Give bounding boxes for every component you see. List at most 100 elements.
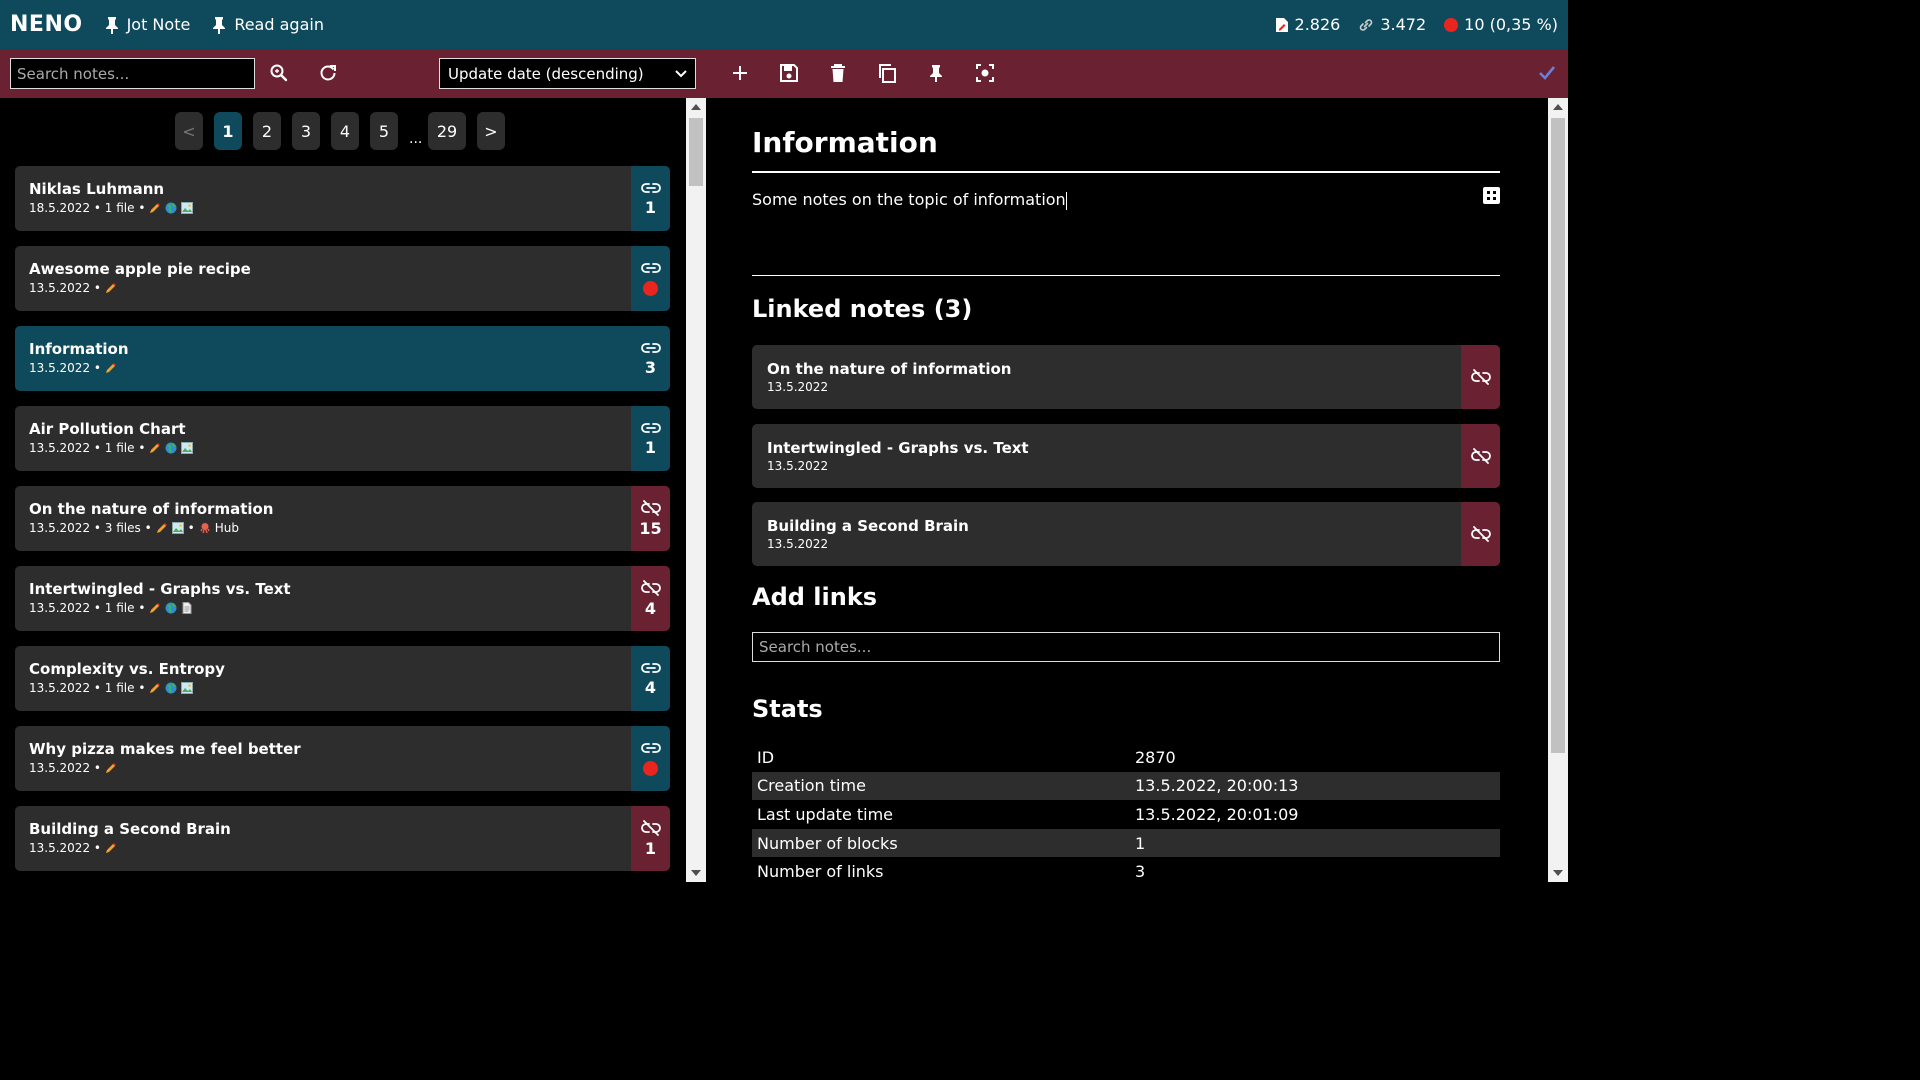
stats-row: Creation time 13.5.2022, 20:00:13 <box>752 771 1500 801</box>
note-item-title: On the nature of information <box>29 500 274 518</box>
note-body-editor[interactable]: Some notes on the topic of information <box>752 190 1067 210</box>
unlink-icon <box>1470 369 1491 385</box>
stats-label: Number of blocks <box>752 828 1130 858</box>
link-count: 1 <box>644 437 657 457</box>
linked-notes-heading: Linked notes (3) <box>752 295 973 323</box>
link-icon <box>640 181 661 195</box>
note-icon <box>1275 17 1288 32</box>
block-menu-icon[interactable] <box>1483 187 1500 204</box>
globe-icon <box>165 442 177 454</box>
focus-mode-icon[interactable] <box>973 61 997 85</box>
note-item-date-info: 13.5.2022 • <box>29 281 101 295</box>
stats-heading: Stats <box>752 695 823 723</box>
add-note-icon[interactable] <box>728 61 752 85</box>
sort-select[interactable]: Update date (descending) <box>439 58 696 89</box>
pagination-ellipsis: ... <box>409 131 423 147</box>
links-count-stat[interactable]: 3.472 <box>1358 15 1426 34</box>
unlinked-count-stat[interactable]: 10 (0,35 %) <box>1444 15 1558 34</box>
add-links-search-input[interactable] <box>752 632 1500 662</box>
stats-value: 13.5.2022, 20:00:13 <box>1130 771 1500 801</box>
page-button-29[interactable]: 29 <box>428 112 466 150</box>
page-button-2[interactable]: 2 <box>253 112 281 150</box>
note-item-meta: 13.5.2022 • <box>29 281 117 295</box>
link-count: 1 <box>644 197 657 217</box>
linked-note-item[interactable]: Intertwingled - Graphs vs. Text 13.5.2022 <box>752 423 1500 488</box>
note-link-indicator[interactable]: 15 <box>631 486 670 551</box>
note-title[interactable]: Information <box>752 126 938 159</box>
note-item-meta: 13.5.2022 • <box>29 361 117 375</box>
globe-icon <box>165 682 177 694</box>
page-button-1[interactable]: 1 <box>214 112 242 150</box>
checkmark-icon[interactable] <box>1535 61 1559 85</box>
linked-note-item[interactable]: On the nature of information 13.5.2022 <box>752 345 1500 409</box>
note-link-indicator[interactable]: 3 <box>631 326 670 391</box>
note-list-item[interactable]: Complexity vs. Entropy 13.5.2022 • 1 file… <box>15 646 670 711</box>
note-item-title: Air Pollution Chart <box>29 420 186 438</box>
editor-scrollbar[interactable] <box>1548 98 1568 882</box>
note-link-indicator[interactable]: 4 <box>631 646 670 711</box>
page-button-5[interactable]: 5 <box>370 112 398 150</box>
note-item-date-info: 13.5.2022 • <box>29 361 101 375</box>
prev-page-button[interactable]: < <box>175 112 203 150</box>
image-icon <box>171 522 184 534</box>
link-icon <box>640 341 661 355</box>
pencil-icon <box>105 842 117 854</box>
note-item-date-info: 13.5.2022 • 1 file • <box>29 441 146 455</box>
search-icon[interactable] <box>267 61 291 85</box>
note-link-indicator[interactable]: 1 <box>631 806 670 871</box>
next-page-button[interactable]: > <box>477 112 505 150</box>
note-item-title: Awesome apple pie recipe <box>29 260 251 278</box>
note-list-item[interactable]: Awesome apple pie recipe 13.5.2022 • <box>15 246 670 311</box>
read-again-link[interactable]: Read again <box>212 15 324 34</box>
note-item-meta: 13.5.2022 • <box>29 841 117 855</box>
note-list-scrollbar[interactable] <box>686 98 706 882</box>
note-list-item[interactable]: Intertwingled - Graphs vs. Text 13.5.2022… <box>15 566 670 631</box>
link-icon <box>1360 18 1373 31</box>
unlink-button[interactable] <box>1461 423 1500 488</box>
duplicate-icon[interactable] <box>875 61 899 85</box>
search-input[interactable] <box>10 58 255 89</box>
note-list-item[interactable]: Building a Second Brain 13.5.2022 • 1 <box>15 806 670 871</box>
note-link-indicator[interactable] <box>631 246 670 311</box>
page-button-3[interactable]: 3 <box>292 112 320 150</box>
page-button-4[interactable]: 4 <box>331 112 359 150</box>
scroll-up-arrow-icon[interactable] <box>1553 104 1563 110</box>
note-link-indicator[interactable] <box>631 726 670 791</box>
unlink-button[interactable] <box>1461 345 1500 409</box>
save-icon[interactable] <box>777 61 801 85</box>
scroll-up-arrow-icon[interactable] <box>691 104 701 110</box>
note-list-item[interactable]: Niklas Luhmann 18.5.2022 • 1 file • 1 <box>15 166 670 231</box>
scrollbar-thumb[interactable] <box>1551 118 1565 753</box>
scroll-down-arrow-icon[interactable] <box>691 870 701 876</box>
app-logo[interactable]: NENO <box>10 12 83 37</box>
unlinked-count: 10 (0,35 %) <box>1464 15 1558 34</box>
note-link-indicator[interactable]: 1 <box>631 166 670 231</box>
unlink-icon <box>640 819 661 836</box>
jot-note-link[interactable]: Jot Note <box>105 15 190 34</box>
sort-select-value: Update date (descending) <box>448 64 644 83</box>
red-dot-icon <box>1444 17 1459 32</box>
scroll-down-arrow-icon[interactable] <box>1553 870 1563 876</box>
note-link-indicator[interactable]: 1 <box>631 406 670 471</box>
unlink-icon <box>1470 526 1491 542</box>
note-list-item[interactable]: Information 13.5.2022 • 3 <box>15 326 670 391</box>
pin-note-icon[interactable] <box>924 61 948 85</box>
note-list-item[interactable]: On the nature of information 13.5.2022 • … <box>15 486 670 551</box>
hub-icon <box>199 522 211 534</box>
unlink-button[interactable] <box>1461 502 1500 566</box>
note-list-item[interactable]: Why pizza makes me feel better 13.5.2022 … <box>15 726 670 791</box>
title-divider <box>752 171 1500 173</box>
scrollbar-thumb[interactable] <box>689 118 703 186</box>
stats-value: 3 <box>1135 862 1146 882</box>
unlink-icon <box>640 499 661 516</box>
note-list-item[interactable]: Air Pollution Chart 13.5.2022 • 1 file • 1 <box>15 406 670 471</box>
pencil-icon <box>149 202 161 214</box>
delete-icon[interactable] <box>826 61 850 85</box>
refresh-icon[interactable] <box>316 61 340 85</box>
notes-count-stat[interactable]: 2.826 <box>1275 15 1340 34</box>
linked-note-item[interactable]: Building a Second Brain 13.5.2022 <box>752 502 1500 566</box>
link-count: 3 <box>644 357 657 377</box>
body-divider <box>752 275 1500 276</box>
note-link-indicator[interactable]: 4 <box>631 566 670 631</box>
pencil-icon <box>105 362 117 374</box>
